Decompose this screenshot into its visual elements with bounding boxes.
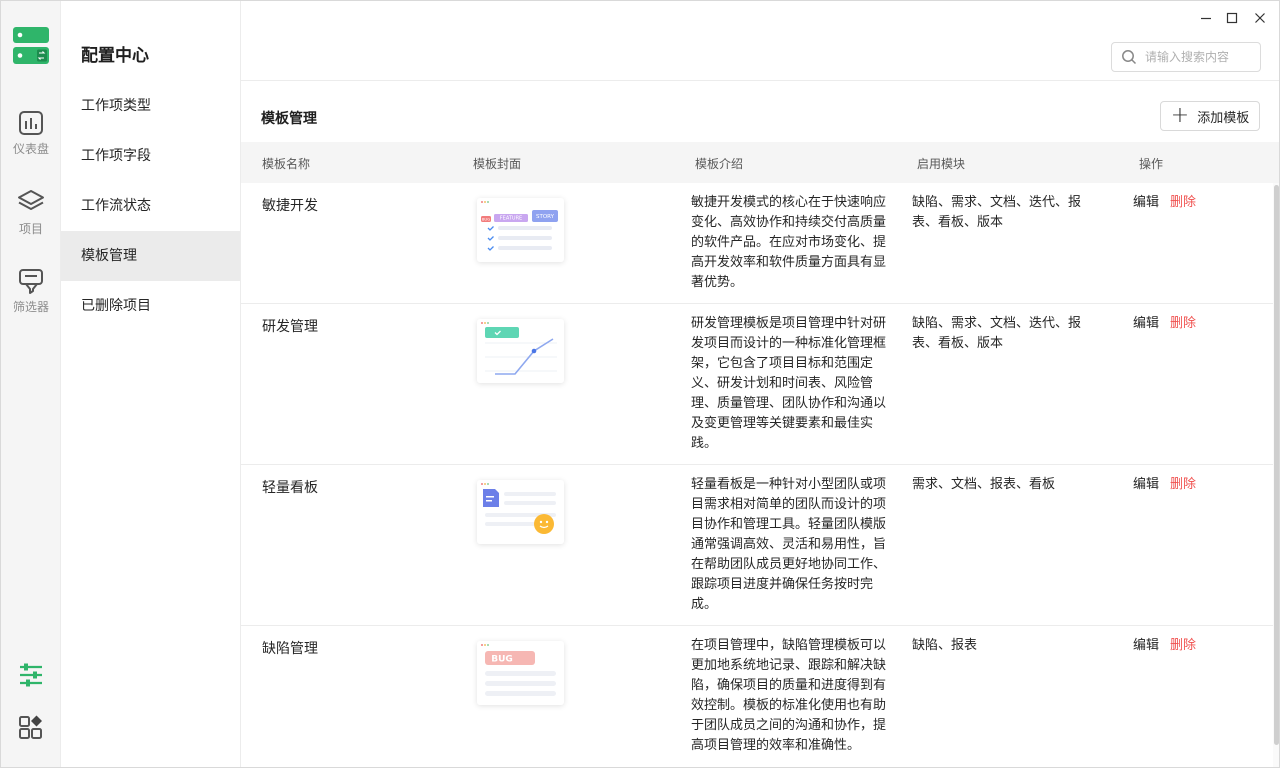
rail-item-label: 项目 [18, 222, 43, 236]
rail-item-settings[interactable] [1, 661, 61, 689]
template-description: 敏捷开发模式的核心在于快速响应变化、高效协作和持续交付高质量的软件产品。在应对市… [691, 195, 887, 290]
delete-link[interactable]: 删除 [1170, 314, 1196, 334]
app-window: 仪表盘 项目 筛选器 配置中心 工作项类型 工作项字段 工作流状态 模板管理 已… [0, 0, 1280, 768]
header-divider [241, 80, 1279, 81]
column-header-modules: 启用模块 [917, 157, 966, 171]
layers-icon [18, 190, 44, 210]
table-header: 模板名称 模板封面 模板介绍 启用模块 操作 [241, 142, 1279, 183]
rail-item-dashboard[interactable]: 仪表盘 [1, 109, 61, 157]
table-row: 轻量看板 轻量看板是一种针对小型团队或项目需求相对简单的团队而设计的项目协作和管… [241, 465, 1273, 626]
template-modules: 缺陷、报表 [912, 638, 978, 653]
cover-label-bug: BUG [482, 217, 490, 222]
delete-link[interactable]: 删除 [1170, 193, 1196, 213]
icon-rail: 仪表盘 项目 筛选器 [1, 1, 61, 767]
table-body: 敏捷开发 BUG FEATURE STORY 敏捷开发模式的核心在于快速响应变化… [241, 183, 1273, 767]
app-logo-icon [13, 27, 49, 64]
close-icon[interactable] [1251, 9, 1269, 27]
template-cover-rd [477, 319, 564, 383]
template-modules: 缺陷、需求、文档、迭代、报表、看板、版本 [912, 316, 1082, 351]
search-box [1111, 42, 1261, 72]
kanban-cover-icon [481, 483, 556, 534]
template-description: 研发管理模板是项目管理中针对研发项目而设计的一种标准化管理框架，它包含了项目目标… [691, 316, 887, 451]
page-title: 模板管理 [261, 111, 317, 127]
template-name: 敏捷开发 [262, 198, 318, 214]
template-name: 轻量看板 [262, 480, 318, 496]
sidebar-item-work-item-fields[interactable]: 工作项字段 [61, 131, 240, 181]
delete-link[interactable]: 删除 [1170, 636, 1196, 656]
template-description: 轻量看板是一种针对小型团队或项目需求相对简单的团队而设计的项目协作和管理工具。轻… [691, 477, 887, 612]
minimize-icon[interactable] [1197, 9, 1215, 27]
sliders-icon [20, 663, 42, 687]
rail-item-filters[interactable]: 筛选器 [1, 267, 61, 315]
cover-label-feature: FEATURE [500, 216, 522, 222]
config-sidebar: 配置中心 工作项类型 工作项字段 工作流状态 模板管理 已删除项目 [61, 1, 241, 767]
apps-icon [19, 715, 42, 739]
rail-item-label: 筛选器 [12, 300, 49, 314]
table-row: 研发管理 研发管理模板是项目管理中针对研发项目而设计的一种标准化管理框架，它包含… [241, 304, 1273, 465]
rail-item-projects[interactable]: 项目 [1, 187, 61, 237]
table-row: 敏捷开发 BUG FEATURE STORY 敏捷开发模式的核心在于快速响应变化… [241, 183, 1273, 304]
sidebar-item-deleted-projects[interactable]: 已删除项目 [61, 281, 240, 331]
column-header-name: 模板名称 [262, 157, 311, 171]
rd-cover-icon [481, 322, 557, 375]
template-cover-agile: BUG FEATURE STORY [477, 198, 564, 262]
edit-link[interactable]: 编辑 [1133, 314, 1159, 334]
template-name: 研发管理 [262, 319, 318, 335]
rail-item-label: 仪表盘 [12, 142, 49, 156]
table-scrollbar[interactable] [1273, 183, 1279, 767]
template-cover-bug: BUG [477, 641, 564, 705]
sidebar-item-workflow-states[interactable]: 工作流状态 [61, 181, 240, 231]
column-header-description: 模板介绍 [695, 157, 744, 171]
bug-cover-icon: BUG [481, 644, 556, 696]
dashboard-icon [19, 111, 43, 135]
sidebar-list: 工作项类型 工作项字段 工作流状态 模板管理 已删除项目 [61, 81, 240, 331]
search-input[interactable] [1145, 50, 1257, 64]
maximize-icon[interactable] [1223, 9, 1241, 27]
template-modules: 缺陷、需求、文档、迭代、报表、看板、版本 [912, 195, 1082, 230]
edit-link[interactable]: 编辑 [1133, 193, 1159, 213]
cover-label-story: STORY [536, 214, 555, 220]
edit-link[interactable]: 编辑 [1133, 636, 1159, 656]
add-template-label: 添加模板 [1197, 110, 1250, 126]
column-header-cover: 模板封面 [473, 157, 522, 171]
sidebar-item-work-item-types[interactable]: 工作项类型 [61, 81, 240, 131]
template-description: 在项目管理中，缺陷管理模板可以更加地系统地记录、跟踪和解决缺陷，确保项目的质量和… [691, 638, 887, 753]
template-cover-kanban [477, 480, 564, 544]
sidebar-title: 配置中心 [81, 46, 149, 66]
rail-item-apps[interactable] [1, 713, 61, 741]
delete-link[interactable]: 删除 [1170, 475, 1196, 495]
table-row: 缺陷管理 BUG 在项目管理中，缺陷管理模板可以更加地系统地记录、跟踪和解决缺陷… [241, 626, 1273, 767]
scrollbar-thumb[interactable] [1274, 185, 1279, 745]
column-header-actions: 操作 [1139, 157, 1164, 171]
agile-cover-icon: BUG FEATURE STORY [481, 201, 558, 251]
add-template-button[interactable]: + 添加模板 [1160, 101, 1260, 131]
template-modules: 需求、文档、报表、看板 [912, 477, 1056, 492]
cover-label-bug: BUG [491, 655, 513, 665]
edit-link[interactable]: 编辑 [1133, 475, 1159, 495]
template-name: 缺陷管理 [262, 641, 318, 657]
plus-icon: + [1170, 103, 1190, 128]
sidebar-item-template-management[interactable]: 模板管理 [61, 231, 240, 281]
search-icon [1122, 50, 1137, 65]
filter-icon [19, 269, 43, 294]
